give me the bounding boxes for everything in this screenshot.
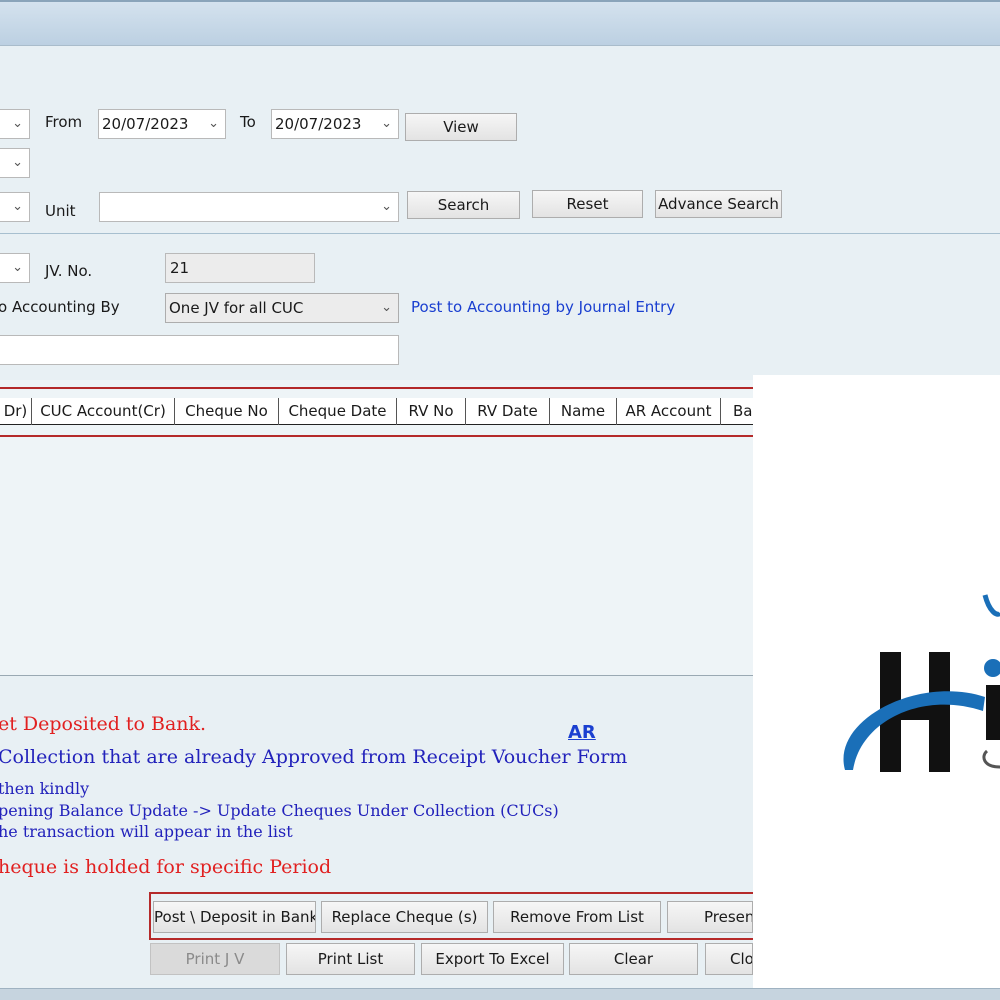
search-button[interactable]: Search	[407, 191, 520, 219]
to-label: To	[240, 113, 256, 131]
action-buttons-highlight	[149, 892, 755, 940]
journal-entry-link[interactable]: Post to Accounting by Journal Entry	[411, 298, 675, 316]
print-jv-button[interactable]: Print J V	[150, 943, 280, 975]
jv-no-label: JV. No.	[45, 262, 93, 280]
print-list-button[interactable]: Print List	[286, 943, 415, 975]
remarks-field[interactable]	[0, 335, 399, 365]
clear-button[interactable]: Clear	[569, 943, 698, 975]
note-cheque-holded: heque is holded for specific Period	[0, 856, 332, 878]
ar-link[interactable]: AR	[568, 722, 596, 743]
chevron-down-icon: ⌄	[381, 300, 392, 315]
jv-no-field[interactable]: 21	[165, 253, 315, 283]
status-strip	[0, 988, 1000, 1000]
chevron-down-icon: ⌄	[12, 116, 23, 131]
from-date-picker[interactable]: 20/07/2023 ⌄	[98, 109, 226, 139]
note-approved-collection: Collection that are already Approved fro…	[0, 746, 628, 768]
window-title-bar	[0, 0, 1000, 46]
posting-combo[interactable]: ⌄	[0, 253, 30, 283]
note-not-deposited: et Deposited to Bank.	[0, 713, 207, 735]
chevron-down-icon: ⌄	[381, 199, 392, 214]
chevron-down-icon: ⌄	[12, 199, 23, 214]
from-label: From	[45, 113, 83, 131]
accounting-by-select[interactable]: One JV for all CUC ⌄	[165, 293, 399, 323]
grid-header-highlight	[0, 387, 756, 437]
chevron-down-icon: ⌄	[12, 260, 23, 275]
logo-panel	[753, 375, 1000, 990]
section-divider	[0, 233, 1000, 234]
from-date-value: 20/07/2023	[102, 115, 189, 133]
filter-combo-1[interactable]: ⌄	[0, 109, 30, 139]
to-date-picker[interactable]: 20/07/2023 ⌄	[271, 109, 399, 139]
accounting-by-label: o Accounting By	[0, 298, 120, 316]
chevron-down-icon: ⌄	[12, 155, 23, 170]
unit-label: Unit	[45, 202, 76, 220]
chevron-down-icon: ⌄	[381, 116, 392, 131]
filter-combo-3[interactable]: ⌄	[0, 192, 30, 222]
note-then-kindly: then kindly	[0, 779, 90, 798]
filter-combo-2[interactable]: ⌄	[0, 148, 30, 178]
unit-select[interactable]: ⌄	[99, 192, 399, 222]
chevron-down-icon: ⌄	[208, 116, 219, 131]
export-excel-button[interactable]: Export To Excel	[421, 943, 564, 975]
view-button[interactable]: View	[405, 113, 517, 141]
advance-search-button[interactable]: Advance Search	[655, 190, 782, 218]
close-button[interactable]: Clo	[705, 943, 753, 975]
to-date-value: 20/07/2023	[275, 115, 362, 133]
company-logo-icon	[843, 594, 1000, 772]
reset-button[interactable]: Reset	[532, 190, 643, 218]
note-transaction-list: he transaction will appear in the list	[0, 822, 293, 841]
accounting-by-value: One JV for all CUC	[169, 299, 304, 317]
note-opening-balance: pening Balance Update -> Update Cheques …	[0, 801, 559, 820]
